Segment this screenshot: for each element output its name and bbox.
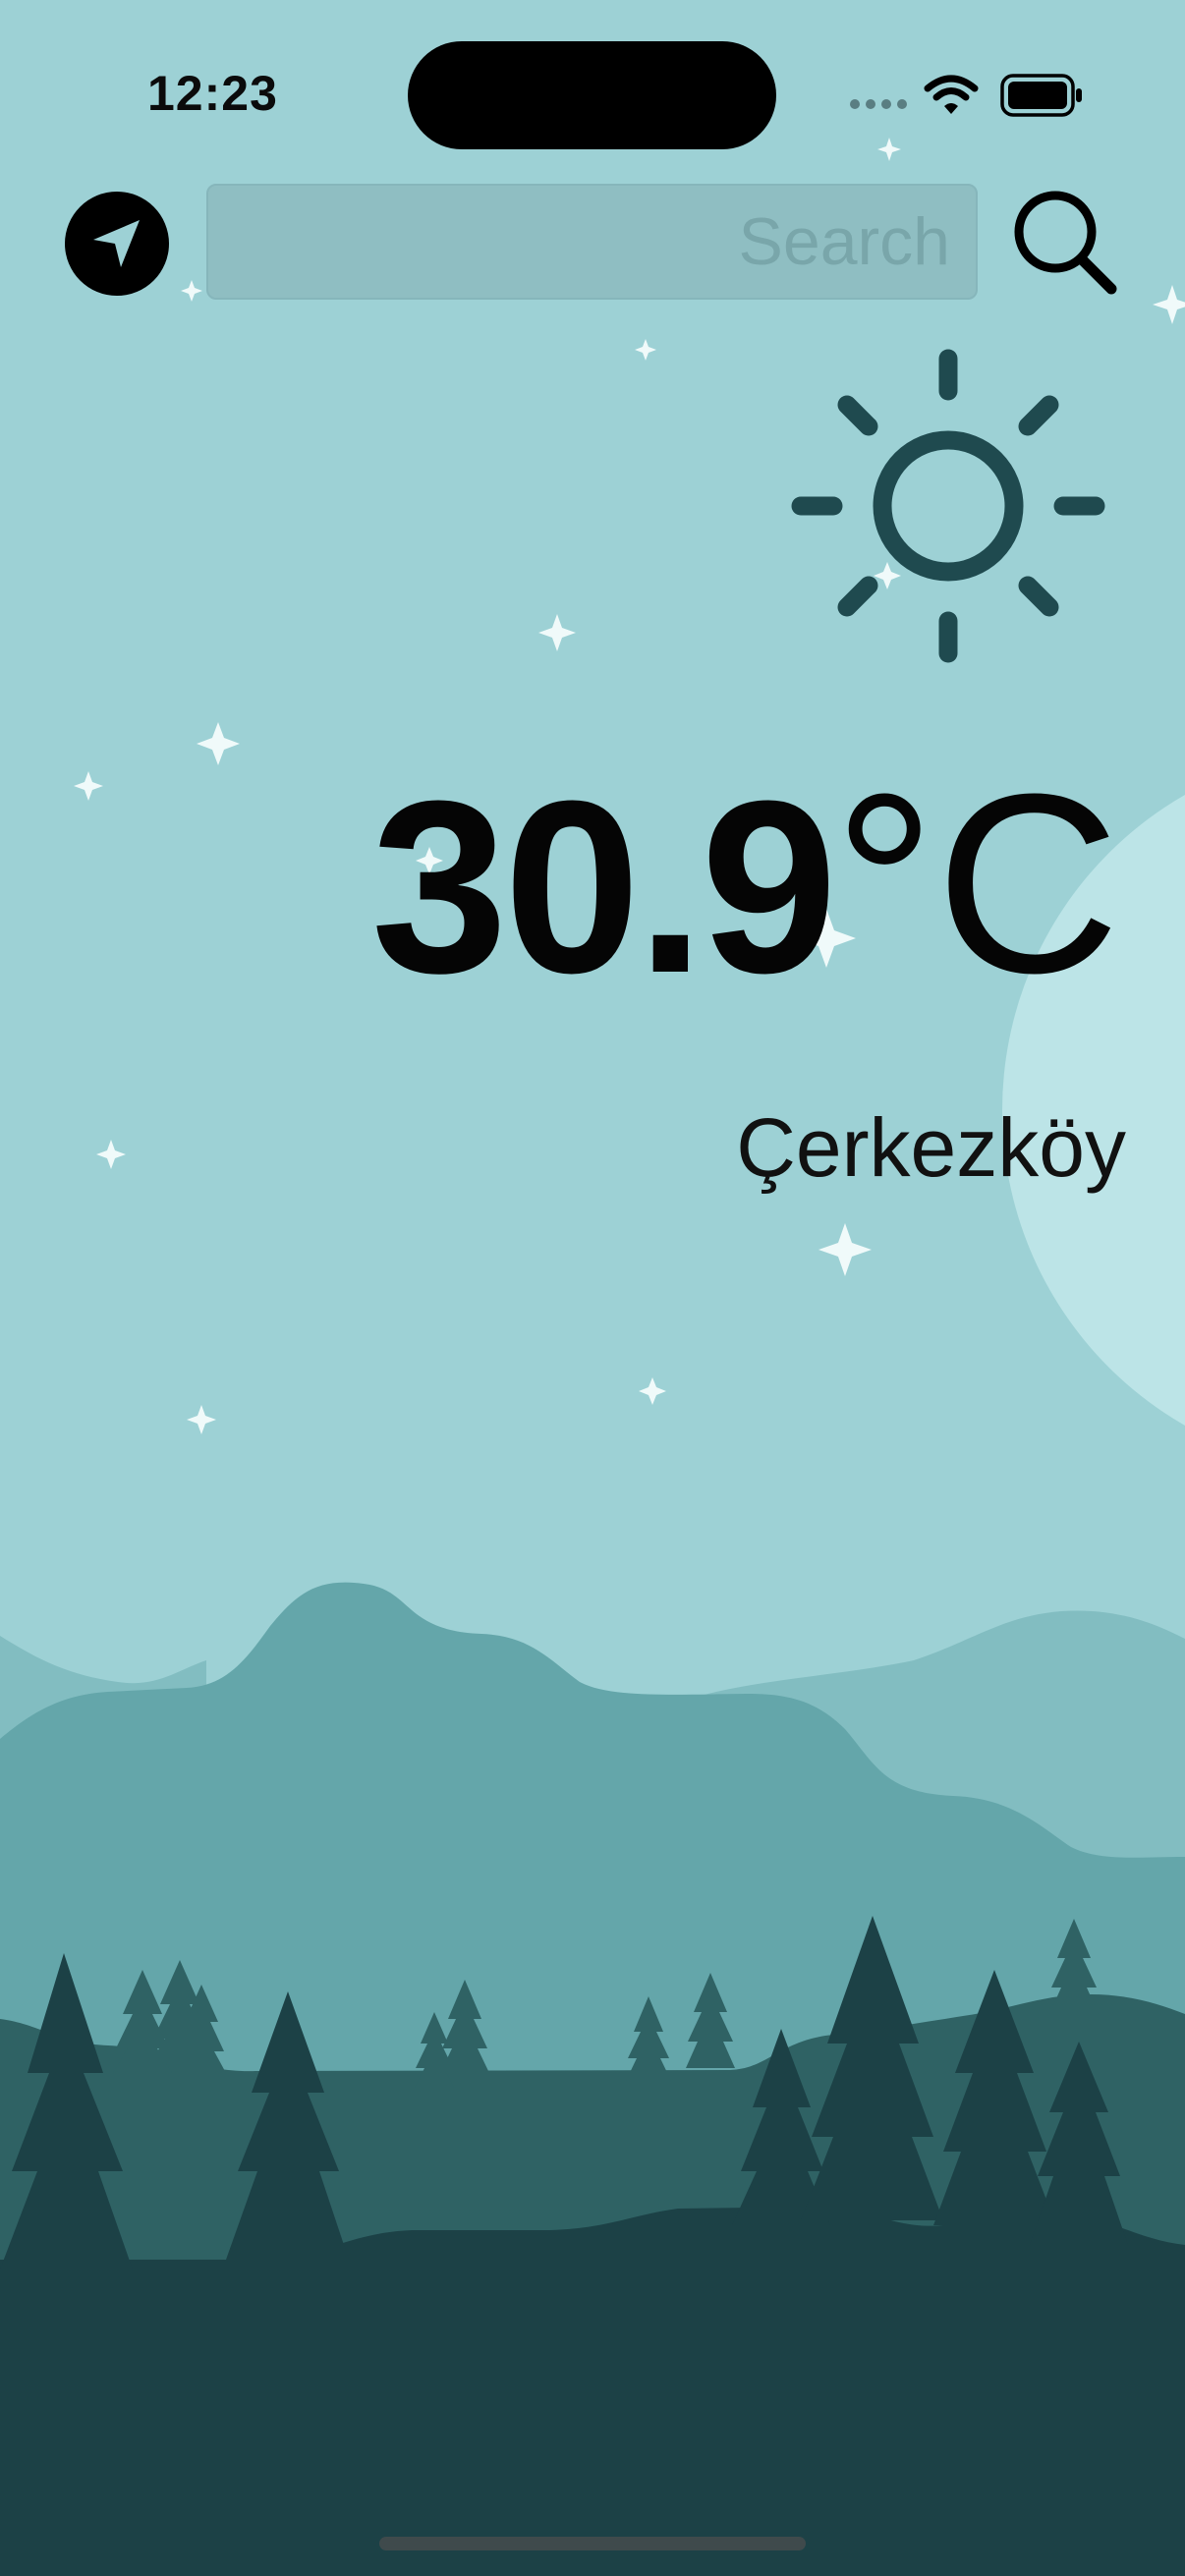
temperature-display: 30.9°C (371, 756, 1120, 1012)
status-icons (845, 69, 1091, 124)
magnifier-icon (1014, 191, 1117, 295)
city-name: Çerkezköy (736, 1101, 1126, 1194)
search-button[interactable] (1012, 187, 1120, 300)
temperature-unit: °C (833, 742, 1120, 1027)
status-time: 12:23 (147, 66, 278, 121)
status-bar: 12:23 (0, 0, 1185, 167)
search-input[interactable] (206, 184, 978, 300)
dynamic-island (408, 41, 776, 149)
battery-icon (1000, 74, 1082, 117)
foreground-ground (0, 2206, 1185, 2576)
location-arrow-icon (93, 220, 140, 267)
home-indicator[interactable] (379, 2537, 806, 2550)
sun-icon (791, 349, 1105, 663)
wifi-icon (924, 75, 979, 114)
temperature-value: 30.9 (370, 750, 838, 1024)
signal-dots-icon (850, 99, 907, 109)
location-button[interactable] (65, 192, 169, 296)
weather-screen: 12:23 Search 30.9°C Çerkezköy (0, 0, 1185, 2576)
